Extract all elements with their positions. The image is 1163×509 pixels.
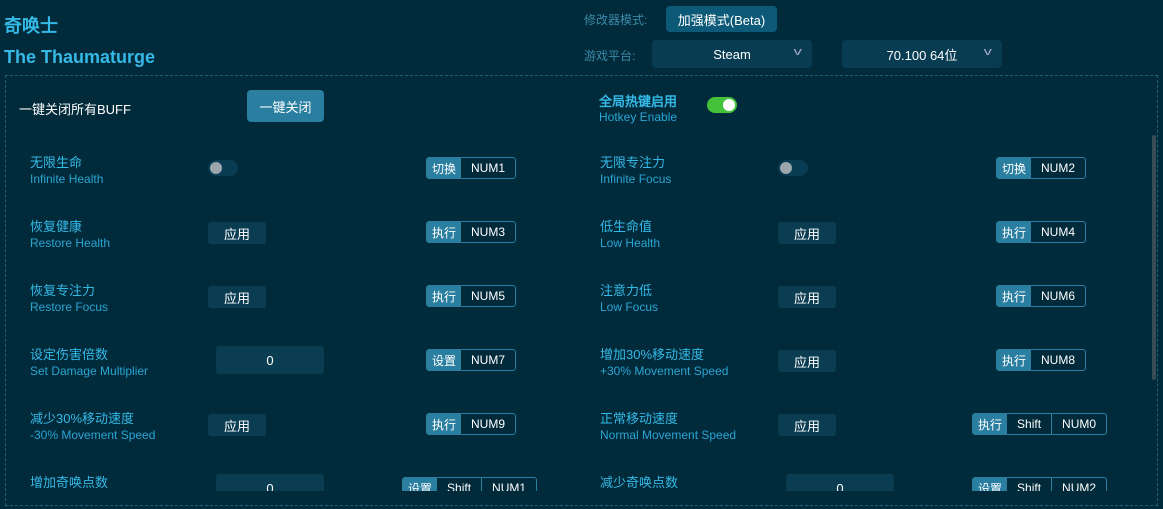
hotkey-action: 执行 [427,222,462,242]
hotkey-action: 设置 [427,350,462,370]
cheat-label-cn: 无限专注力 [600,155,666,170]
hotkey-key: Shift [1007,478,1053,491]
hotkey-action: 执行 [997,350,1032,370]
cheat-label-en: Infinite Health [30,172,104,186]
hotkey-binding[interactable]: 设置 Shift NUM2 [972,477,1108,491]
apply-button[interactable]: 应用 [778,350,836,372]
hotkey-binding[interactable]: 执行 NUM8 [996,349,1087,371]
hotkey-key: NUM3 [471,225,506,239]
hotkey-binding[interactable]: 执行 Shift NUM0 [972,413,1108,435]
apply-button[interactable]: 应用 [778,286,836,308]
hotkey-binding[interactable]: 切换 NUM2 [996,157,1087,179]
hotkey-key: NUM0 [1062,417,1097,431]
cheat-toggle[interactable] [208,160,238,176]
cheat-label-en: Restore Health [30,236,111,250]
hotkey-key: NUM2 [1062,481,1097,491]
apply-button[interactable]: 应用 [208,222,266,244]
hotkey-key: NUM4 [1041,225,1076,239]
hotkey-key: NUM1 [492,481,527,491]
apply-button[interactable]: 应用 [778,414,836,436]
cheat-label-cn: 减少30%移动速度 [30,411,135,426]
cheat-label-en: Infinite Focus [600,172,672,186]
hotkey-key: Shift [437,478,483,491]
cheat-label-cn: 增加30%移动速度 [600,347,705,362]
cheat-label-en: Low Health [600,236,661,250]
hotkey-action: 执行 [997,222,1032,242]
cheat-label-cn: 恢复专注力 [30,283,96,298]
hotkey-action: 执行 [427,286,462,306]
cheat-label-cn: 正常移动速度 [600,411,679,426]
value-input[interactable]: 0 [216,346,324,374]
hotkey-binding[interactable]: 执行 NUM5 [426,285,517,307]
hotkey-binding[interactable]: 设置 NUM7 [426,349,517,371]
hotkey-action: 切换 [427,158,462,178]
apply-button[interactable]: 应用 [778,222,836,244]
hotkey-action: 执行 [427,414,462,434]
hotkey-key: NUM9 [471,417,506,431]
cheat-label-cn: 注意力低 [600,283,653,298]
cheat-label-cn: 增加奇唤点数 [30,475,109,490]
value-input[interactable]: 0 [216,474,324,491]
cheat-label-en: Restore Focus [30,300,109,314]
cheat-label-en: Low Focus [600,300,659,314]
cheat-label-cn: 减少奇唤点数 [600,475,679,490]
cheat-label-cn: 设定伤害倍数 [30,347,109,362]
cheat-label-en: Normal Movement Speed [600,428,737,442]
hotkey-key: NUM8 [1041,353,1076,367]
hotkey-key: NUM5 [471,289,506,303]
hotkey-binding[interactable]: 执行 NUM3 [426,221,517,243]
hotkey-binding[interactable]: 执行 NUM4 [996,221,1087,243]
hotkey-action: 切换 [997,158,1032,178]
hotkey-action: 设置 [403,478,438,491]
hotkey-key: NUM2 [1041,161,1076,175]
hotkey-binding[interactable]: 设置 Shift NUM1 [402,477,538,491]
hotkey-binding[interactable]: 执行 NUM9 [426,413,517,435]
apply-button[interactable]: 应用 [208,286,266,308]
cheat-label-en: +30% Movement Speed [600,364,729,378]
hotkey-action: 设置 [973,478,1008,491]
hotkey-binding[interactable]: 切换 NUM1 [426,157,517,179]
cheat-label-cn: 无限生命 [30,155,83,170]
hotkey-key: NUM1 [471,161,506,175]
hotkey-action: 执行 [997,286,1032,306]
hotkey-key: Shift [1007,414,1053,434]
apply-button[interactable]: 应用 [208,414,266,436]
cheat-label-en: Set Damage Multiplier [30,364,149,378]
hotkey-action: 执行 [973,414,1008,434]
hotkey-key: NUM7 [471,353,506,367]
hotkey-key: NUM6 [1041,289,1076,303]
cheat-toggle[interactable] [778,160,808,176]
cheat-label-cn: 低生命值 [600,219,653,234]
value-input[interactable]: 0 [786,474,894,491]
hotkey-binding[interactable]: 执行 NUM6 [996,285,1087,307]
cheat-label-en: -30% Movement Speed [30,428,156,442]
cheat-label-cn: 恢复健康 [30,219,83,234]
cheat-list: 无限生命 Infinite Health 切换 NUM1 无限专注力 Infinite F… [0,0,1163,491]
